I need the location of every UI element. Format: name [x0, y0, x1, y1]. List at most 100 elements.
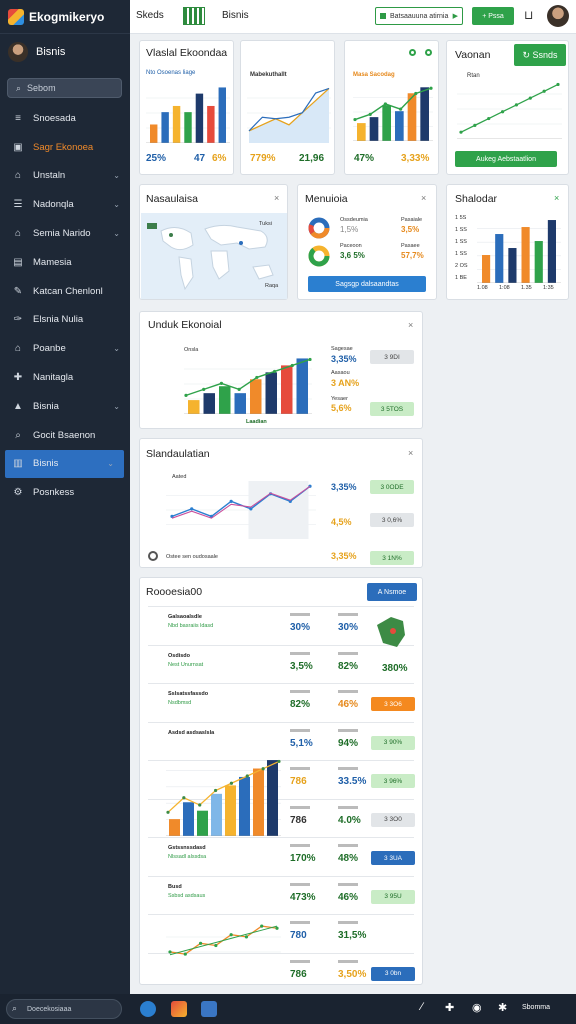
- row-pill[interactable]: 3 3O0: [371, 812, 415, 827]
- user-avatar[interactable]: [547, 5, 569, 27]
- grid-icon: ▤: [13, 256, 23, 268]
- bar-mark: [239, 776, 250, 836]
- row-pill[interactable]: 3 3O6: [371, 697, 415, 711]
- sidebar-item-nanitagla[interactable]: ✚ Nanitagla: [0, 363, 130, 392]
- chevron-down-icon[interactable]: ⌄: [107, 459, 114, 468]
- card-map: Nasaulaisa × Tuksi Raqa: [139, 184, 288, 300]
- pen-icon[interactable]: ∕: [421, 1001, 423, 1013]
- row-pill[interactable]: 3 90%: [371, 735, 415, 750]
- settings-icon[interactable]: ✱: [498, 1001, 507, 1014]
- table-row[interactable]: Busd Ssbsd asdsaus 473% 46% 3 95U: [140, 880, 424, 916]
- donut-action-button[interactable]: Sagsgp dalsaandtas: [308, 276, 426, 292]
- bar-mark: [183, 802, 194, 836]
- add-new-button[interactable]: A Nsmoe: [367, 583, 417, 601]
- send-button[interactable]: ↻ Ssnds: [514, 44, 566, 66]
- bar-mark: [207, 105, 215, 143]
- metric-pill[interactable]: 3 0ODE: [370, 480, 414, 494]
- metric-pill[interactable]: 3 0,6%: [370, 513, 414, 527]
- bar-mark: [357, 123, 366, 141]
- puzzle-icon[interactable]: ✚: [445, 1001, 454, 1014]
- sidebar-item-nadonqla[interactable]: ☰ Nadonqla ⌄: [0, 190, 130, 219]
- metric-value: 3,35%: [331, 482, 357, 492]
- sidebar-item-label: Poanbe: [33, 343, 66, 355]
- browser-icon[interactable]: [140, 1001, 156, 1017]
- chevron-down-icon[interactable]: ⌄: [113, 200, 120, 209]
- sidebar-item-label: Sagr Ekonoea: [33, 141, 94, 153]
- metric-label: Sagesae: [331, 346, 353, 352]
- page-title: Bisnis: [222, 10, 249, 21]
- taskbar-search[interactable]: Doecekosiaaa: [6, 999, 122, 1019]
- sidebar-item-unstaln[interactable]: ⌂ Unstaln ⌄: [0, 162, 130, 191]
- top-action-button[interactable]: + Pssa: [472, 7, 514, 25]
- data-point: [528, 96, 532, 100]
- table-row[interactable]: Gstssnssdasd Nlssadl alssdsa 170% 48% 3 3UA: [140, 841, 424, 877]
- row-pill[interactable]: 3 96%: [371, 774, 415, 788]
- row-value-2: 31,5%: [338, 930, 367, 941]
- sidebar-item-posnkess[interactable]: ⚙ Posnkess: [0, 478, 130, 507]
- y-tick-label: 1 SS: [455, 251, 467, 257]
- table-row[interactable]: Sslsatssfassdo Nsdbmsd 82% 46% 3 3O6: [140, 687, 424, 723]
- metric-pill[interactable]: 3 5TOS: [370, 402, 414, 416]
- row-pill[interactable]: 3 95U: [371, 889, 415, 904]
- metric-pill[interactable]: 3 9DI: [370, 350, 414, 364]
- app-icon[interactable]: [171, 1001, 187, 1017]
- close-icon[interactable]: ×: [408, 448, 413, 458]
- sidebar-item-mamesia[interactable]: ▤ Mamesia: [0, 248, 130, 277]
- pen-icon: ✎: [13, 285, 23, 297]
- sidebar-item-gocit-bsaenon[interactable]: ⌕ Gocit Bsaenon: [0, 421, 130, 450]
- card-title: Unduk Ekonoial: [148, 319, 222, 331]
- data-point: [198, 941, 203, 945]
- table-row[interactable]: Osdisdo Nest Unurnsat 3,5% 82% 380%: [140, 649, 424, 685]
- send-button-label: Ssnds: [532, 50, 558, 60]
- sidebar-item-sagr-ekonoea[interactable]: ▣ Sagr Ekonoea: [0, 133, 130, 162]
- sidebar-item-semia-narido[interactable]: ⌂ Semia Narido ⌄: [0, 219, 130, 248]
- row-value-1: 473%: [290, 891, 316, 903]
- close-icon[interactable]: ×: [554, 193, 559, 203]
- taskbar-right-label: Sbomma: [522, 1004, 551, 1011]
- sidebar-item-bisnia[interactable]: ▲ Bisnia ⌄: [0, 392, 130, 421]
- sidebar-item-snoesada[interactable]: ≡ Snoesada: [0, 104, 130, 133]
- card-menu: Menuioia × Ossdeumia 1,5% Paceoon 3,6 5%…: [297, 184, 437, 300]
- card-subtitle: Nto Osoenas liage: [146, 70, 196, 76]
- metric-pill[interactable]: 3 1N%: [370, 551, 414, 565]
- card6-chart: [477, 220, 561, 283]
- row-pill[interactable]: 3 0bn: [371, 966, 415, 981]
- card-table: Roooesia00 A Nsmoe Galsaoalsdle Nbd basra…: [139, 577, 423, 985]
- chevron-down-icon[interactable]: ⌄: [113, 402, 120, 411]
- x-axis: 1.08 1:08 1.35 1:35: [477, 285, 561, 295]
- profile[interactable]: Bisnis: [8, 42, 65, 62]
- sidebar-item-bisnis[interactable]: ▥ Bisnis ⌄: [5, 449, 124, 479]
- row-pill[interactable]: 3 3UA: [371, 851, 415, 865]
- chevron-down-icon[interactable]: ⌄: [113, 229, 120, 238]
- data-point: [202, 387, 206, 391]
- chat-icon[interactable]: ◉: [472, 1001, 482, 1014]
- row-value-1: 3,5%: [290, 660, 313, 672]
- card4-footer-button[interactable]: Aukeg Aebstaatlion: [455, 151, 557, 167]
- avatar[interactable]: [8, 42, 28, 62]
- top-search-input[interactable]: Batsaauuna atirnia ▶: [375, 7, 463, 25]
- close-icon[interactable]: ×: [274, 193, 279, 203]
- sidebar-search[interactable]: ⌕ Sebom: [7, 78, 122, 98]
- bar-mark: [420, 87, 429, 141]
- donut-right-label: Pasaee: [401, 243, 420, 249]
- data-point: [229, 499, 233, 503]
- files-icon[interactable]: [201, 1001, 217, 1017]
- row-value-1: 786: [290, 814, 307, 826]
- row-column-label: [290, 651, 310, 655]
- top-title: Skeds: [136, 10, 164, 21]
- chevron-down-icon[interactable]: ⌄: [113, 171, 120, 180]
- info-icon: [148, 551, 158, 561]
- highlight-band: [248, 481, 309, 539]
- search-icon: ⌕: [16, 82, 22, 93]
- data-point: [275, 926, 279, 930]
- sidebar-item-elsnia-nulia[interactable]: ✑ Elsnia Nulia: [0, 306, 130, 335]
- close-icon[interactable]: ×: [421, 193, 426, 203]
- row-column-label: [290, 844, 310, 847]
- data-point: [308, 357, 312, 362]
- sidebar-item-poanbe[interactable]: ⌂ Poanbe ⌄: [0, 334, 130, 363]
- metric-value: 4,5%: [331, 517, 352, 527]
- close-icon[interactable]: ×: [408, 320, 413, 330]
- sidebar-item-katcan-chenlonl[interactable]: ✎ Katcan Chenlonl: [0, 277, 130, 306]
- lock-icon[interactable]: ⊔: [524, 8, 533, 22]
- chevron-down-icon[interactable]: ⌄: [113, 344, 120, 353]
